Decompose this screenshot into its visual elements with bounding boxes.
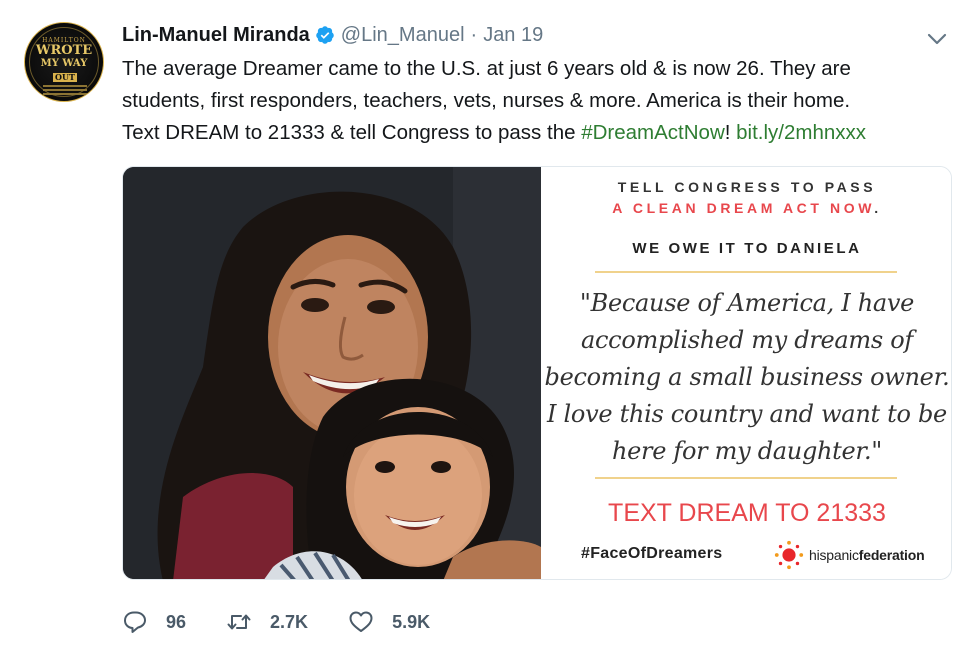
author-name[interactable]: Lin-Manuel Miranda — [122, 24, 310, 47]
tweet-text-line-3-mid: ! — [724, 121, 737, 144]
retweet-button[interactable]: 2.7K — [226, 609, 308, 635]
quote-line: I love this country and want to be — [547, 400, 947, 428]
tweet[interactable]: HAMILTON WROTE MY WAY OUT Lin-Manuel Mir… — [0, 0, 980, 648]
quote-line: accomplished my dreams of — [581, 326, 913, 354]
tweet-text: The average Dreamer came to the U.S. at … — [122, 53, 972, 149]
tweet-text-line-1: The average Dreamer came to the U.S. at … — [122, 57, 851, 80]
hispanic-federation-logo-part1: hispanic — [809, 547, 859, 563]
quote-line: becoming a small business owner. — [544, 363, 950, 391]
verified-icon — [315, 25, 335, 45]
avatar-decor-lines — [43, 85, 87, 97]
divider-bottom — [595, 477, 897, 479]
hispanic-federation-logo-text: hispanicfederation — [809, 547, 925, 563]
url-link[interactable]: bit.ly/2mhnxxx — [736, 121, 866, 144]
tweet-text-line-3-prefix: Text DREAM to 21333 & tell Congress to p… — [122, 121, 582, 144]
like-icon — [349, 611, 373, 632]
promo-heading-2-text: A CLEAN DREAM ACT NOW — [612, 200, 875, 216]
retweet-icon — [227, 614, 251, 630]
avatar-box-text: OUT — [53, 73, 77, 82]
hispanic-federation-logo-icon — [774, 540, 804, 570]
promo-heading-1: TELL CONGRESS TO PASS — [617, 179, 877, 195]
photo-mother-daughter[interactable] — [123, 167, 541, 579]
tweet-text-line-3: Text DREAM to 21333 & tell Congress to p… — [122, 117, 972, 149]
like-button[interactable]: 5.9K — [348, 609, 430, 635]
avatar-big-text-2: MY WAY — [40, 58, 88, 69]
promo-heading-2-period: . — [874, 200, 882, 216]
chevron-down-icon[interactable] — [926, 28, 948, 50]
media-card[interactable]: TELL CONGRESS TO PASS A CLEAN DREAM ACT … — [122, 166, 952, 580]
divider-top — [595, 271, 897, 273]
promo-cta: TEXT DREAM TO 21333 — [608, 499, 886, 527]
promo-hashtag: #FaceOfDreamers — [581, 545, 723, 562]
retweet-count: 2.7K — [270, 611, 309, 632]
tweet-actions: 96 2.7K 5.9K — [122, 605, 470, 639]
tweet-header: Lin-Manuel Miranda @Lin_Manuel · Jan 19 — [122, 20, 543, 50]
tweet-text-line-2: students, first responders, teachers, ve… — [122, 89, 851, 112]
reply-count: 96 — [166, 611, 187, 632]
tweet-date[interactable]: Jan 19 — [483, 24, 543, 47]
hispanic-federation-logo: hispanicfederation — [773, 539, 925, 571]
like-count: 5.9K — [392, 611, 431, 632]
promo-quote: "Because of America, I have accomplished… — [541, 285, 951, 470]
hispanic-federation-logo-part2: federation — [858, 547, 925, 563]
author-handle[interactable]: @Lin_Manuel — [341, 24, 465, 47]
quote-line: here for my daughter." — [611, 437, 883, 465]
quote-line: "Because of America, I have — [579, 289, 915, 317]
promo-panel: TELL CONGRESS TO PASS A CLEAN DREAM ACT … — [541, 167, 951, 579]
separator-dot: · — [470, 23, 478, 46]
avatar[interactable]: HAMILTON WROTE MY WAY OUT — [24, 22, 104, 102]
promo-owe-line: WE OWE IT TO DANIELA — [632, 240, 862, 257]
promo-heading-2: A CLEAN DREAM ACT NOW. — [541, 200, 951, 216]
reply-icon — [124, 611, 146, 633]
reply-button[interactable]: 96 — [122, 609, 186, 635]
hashtag-link[interactable]: #DreamActNow — [581, 121, 725, 144]
avatar-big-text-1: WROTE — [35, 43, 93, 58]
